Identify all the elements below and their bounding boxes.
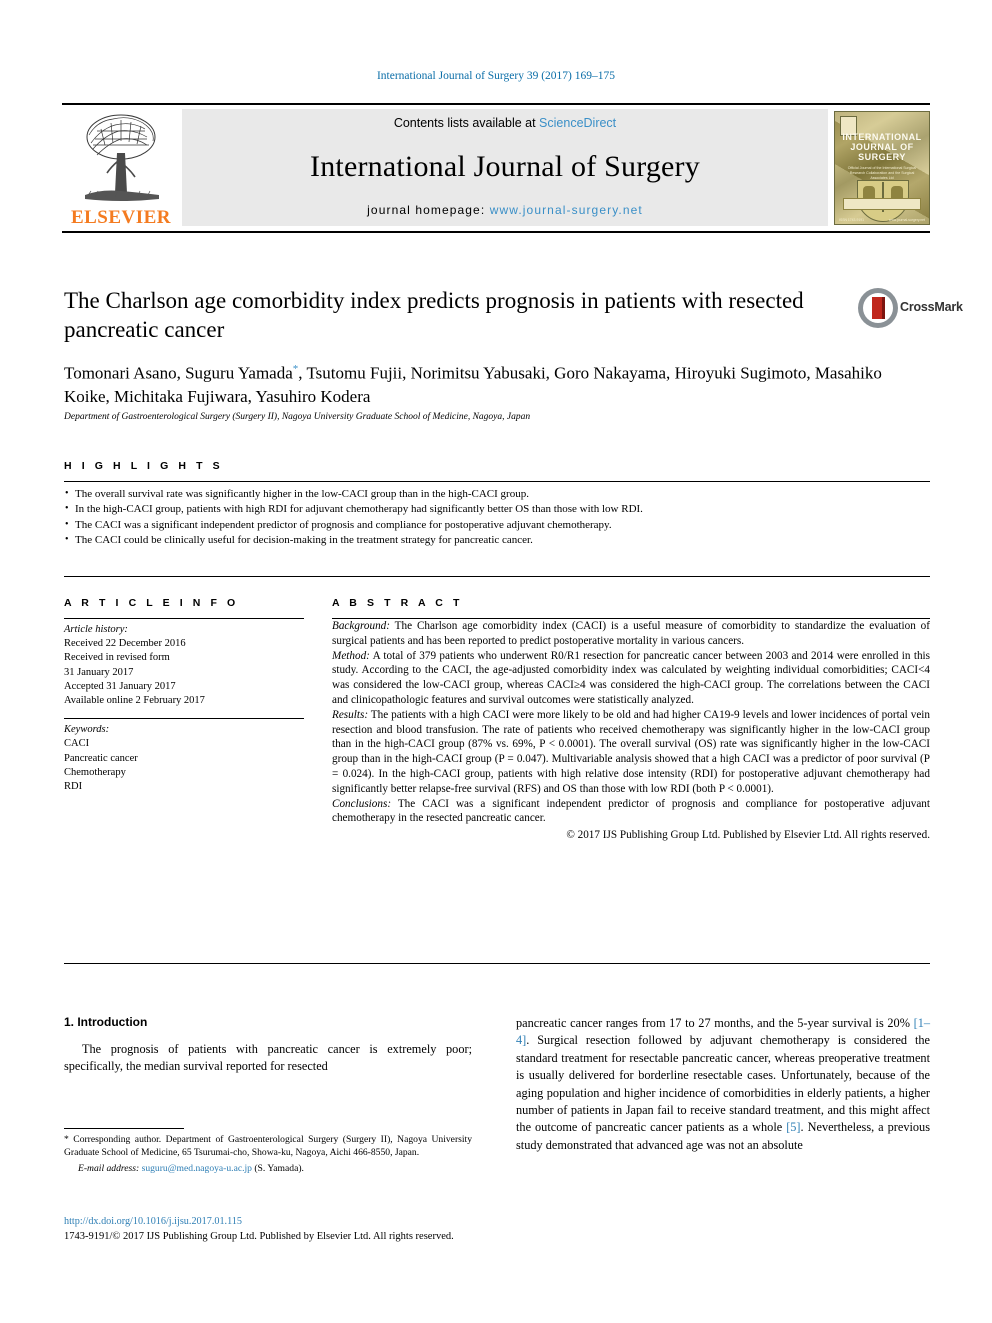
abstract-conclusions-text: The CACI was a significant independent p… [332, 797, 930, 825]
doi-link[interactable]: http://dx.doi.org/10.1016/j.ijsu.2017.01… [64, 1216, 242, 1227]
abstract-method-text: A total of 379 patients who underwent R0… [332, 649, 930, 706]
journal-title: International Journal of Surgery [310, 149, 700, 183]
highlights-bottom-divider [64, 576, 930, 577]
homepage-url-link[interactable]: www.journal-surgery.net [490, 203, 643, 217]
journal-masthead: ELSEVIER Contents lists available at Sci… [62, 103, 930, 233]
body-right-column: pancreatic cancer ranges from 17 to 27 m… [516, 1015, 930, 1154]
article-info-section: A R T I C L E I N F O Article history: R… [64, 597, 304, 794]
article-info-divider [64, 618, 304, 619]
crossmark-book-icon [871, 297, 885, 319]
cover-title-line2: JOURNAL OF [850, 142, 914, 152]
article-history-label: Article history: [64, 624, 128, 635]
cover-ribbon [843, 198, 921, 210]
highlights-heading: H I G H L I G H T S [64, 460, 224, 472]
abstract-conclusions-label: Conclusions: [332, 797, 392, 810]
email-suffix: (S. Yamada). [251, 1162, 304, 1174]
crossmark-icon [858, 288, 898, 328]
highlights-list: The overall survival rate was significan… [64, 486, 930, 549]
masthead-band: Contents lists available at ScienceDirec… [182, 109, 828, 226]
abstract-method: Method: A total of 379 patients who unde… [332, 649, 930, 708]
author-affiliation: Department of Gastroenterological Surger… [64, 412, 531, 422]
list-item: The CACI was a significant independent p… [64, 517, 930, 533]
elsevier-wordmark: ELSEVIER [70, 207, 172, 228]
crossmark-badge[interactable]: CrossMark [858, 286, 963, 332]
cover-title-line1: INTERNATIONAL [842, 132, 922, 142]
history-line: 31 January 2017 [64, 666, 134, 678]
keywords-label: Keywords: [64, 724, 110, 736]
keyword-item: RDI [64, 781, 83, 793]
elsevier-tree-icon [85, 114, 159, 201]
elsevier-logo: ELSEVIER [62, 105, 180, 231]
history-line: Received in revised form [64, 652, 170, 664]
cover-subtitle: Official Journal of the International Su… [847, 166, 917, 180]
journal-homepage-line: journal homepage: www.journal-surgery.ne… [367, 203, 643, 217]
highlights-divider [64, 481, 930, 482]
article-title: The Charlson age comorbidity index predi… [64, 288, 804, 342]
intro-paragraph-right: pancreatic cancer ranges from 17 to 27 m… [516, 1015, 930, 1154]
abstract-copyright: © 2017 IJS Publishing Group Ltd. Publish… [566, 829, 930, 842]
list-item: In the high-CACI group, patients with hi… [64, 501, 930, 517]
keywords-block: Keywords: CACI Pancreatic cancer Chemoth… [64, 723, 304, 794]
keywords-divider [64, 718, 304, 720]
footnote-address: * Corresponding author. Department of Ga… [64, 1134, 472, 1159]
abstract-method-label: Method: [332, 649, 370, 662]
abstract-background: Background: The Charlson age comorbidity… [332, 619, 930, 649]
abstract-background-label: Background: [332, 620, 390, 632]
cover-title-line3: SURGERY [858, 152, 906, 162]
cover-footer: ISSN 1743-9191 www.journal-surgery.net [839, 218, 925, 222]
journal-cover-image: INTERNATIONAL JOURNAL OF SURGERY Officia… [834, 111, 930, 225]
running-head: International Journal of Surgery 39 (201… [376, 70, 616, 82]
abstract-results-label: Results: [332, 708, 369, 721]
abstract-section: A B S T R A C T Background: The Charlson… [332, 597, 930, 843]
cover-foot-left: ISSN 1743-9191 [839, 218, 865, 222]
history-line: Received 22 December 2016 [64, 638, 186, 650]
corresponding-author-footnote: * Corresponding author. Department of Ga… [64, 1128, 472, 1175]
intro-right-part1: pancreatic cancer ranges from 17 to 27 m… [516, 1016, 914, 1030]
abstract-heading: A B S T R A C T [332, 597, 463, 609]
list-item: The overall survival rate was significan… [64, 486, 930, 502]
abstract-results: Results: The patients with a high CACI w… [332, 708, 930, 797]
abstract-background-text: The Charlson age comorbidity index (CACI… [332, 620, 930, 647]
author-list: Tomonari Asano, Suguru Yamada*, Tsutomu … [64, 358, 894, 409]
cover-title: INTERNATIONAL JOURNAL OF SURGERY [835, 132, 929, 162]
reference-link-5[interactable]: [5] [786, 1120, 800, 1134]
keyword-item: Pancreatic cancer [64, 752, 138, 764]
article-history: Article history: Received 22 December 20… [64, 623, 304, 708]
crossmark-label: CrossMark [900, 300, 963, 314]
abstract-conclusions: Conclusions: The CACI was a significant … [332, 797, 930, 827]
email-link[interactable]: suguru@med.nagoya-u.ac.jp [142, 1163, 252, 1174]
intro-paragraph-left: The prognosis of patients with pancreati… [64, 1042, 472, 1074]
history-line: Available online 2 February 2017 [64, 695, 205, 707]
footnote-rule [64, 1128, 184, 1129]
keyword-item: CACI [64, 738, 90, 750]
crossmark-icon-inner [863, 293, 893, 323]
author-names-line1-cont: , Tsutomu Fujii, Norimitsu Yabusaki, Gor… [298, 363, 671, 383]
keyword-item: Chemotherapy [64, 766, 126, 778]
abstract-bottom-divider [64, 963, 930, 964]
abstract-results-text: The patients with a high CACI were more … [332, 708, 930, 795]
contents-prefix: Contents lists available at [393, 116, 540, 130]
journal-article-page: International Journal of Surgery 39 (201… [0, 0, 992, 1323]
sciencedirect-link[interactable]: ScienceDirect [539, 116, 616, 130]
list-item: The CACI could be clinically useful for … [64, 532, 930, 548]
contents-line: Contents lists available at ScienceDirec… [394, 116, 616, 130]
highlights-section: H I G H L I G H T S The overall survival… [64, 460, 930, 549]
article-info-heading: A R T I C L E I N F O [64, 597, 239, 609]
email-label: E-mail address: [78, 1162, 140, 1174]
footnote-email-line: E-mail address: suguru@med.nagoya-u.ac.j… [64, 1162, 472, 1175]
cover-foot-right: www.journal-surgery.net [888, 218, 925, 222]
section-heading-introduction: 1. Introduction [64, 1015, 148, 1029]
issn-copyright-line: 1743-9191/© 2017 IJS Publishing Group Lt… [64, 1231, 454, 1242]
homepage-label: journal homepage: [367, 203, 490, 217]
body-left-column: 1. Introduction The prognosis of patient… [64, 1015, 472, 1076]
history-line: Accepted 31 January 2017 [64, 680, 176, 692]
author-names-line1: Tomonari Asano, Suguru Yamada [64, 363, 293, 383]
